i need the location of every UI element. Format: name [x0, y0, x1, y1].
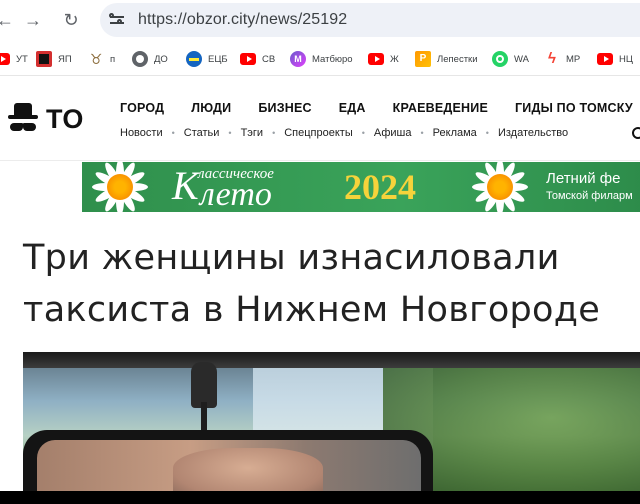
nav-item-gidy[interactable]: ГИДЫ ПО ТОМСКУ: [515, 101, 633, 115]
search-icon[interactable]: [632, 127, 640, 139]
separator-dot: •: [171, 128, 175, 138]
separator-dot: •: [420, 128, 424, 138]
reload-icon[interactable]: ↻: [60, 9, 82, 31]
bookmark-item[interactable]: СВ: [240, 50, 275, 68]
m-icon: M: [290, 51, 306, 67]
bookmark-item[interactable]: ЯП: [36, 50, 72, 68]
banner-festival-subtitle: Томской филарм: [546, 190, 633, 202]
yap-icon: [36, 51, 52, 67]
bookmark-item[interactable]: M Матбюро: [290, 50, 353, 68]
bookmark-item[interactable]: НЦ: [597, 50, 633, 68]
main-navigation: ГОРОД ЛЮДИ БИЗНЕС ЕДА КРАЕВЕДЕНИЕ ГИДЫ П…: [120, 101, 633, 115]
nav-item-lyudi[interactable]: ЛЮДИ: [191, 101, 231, 115]
separator-dot: •: [272, 128, 276, 138]
address-bar[interactable]: https://obzor.city/news/25192: [100, 3, 640, 37]
bolt-icon: ϟ: [548, 50, 556, 67]
subnav-item-tegi[interactable]: Тэги: [241, 127, 264, 139]
bookmark-label: Лепестки: [437, 53, 478, 65]
daisy-flower-image: [90, 162, 150, 212]
nav-item-eda[interactable]: ЕДА: [339, 101, 366, 115]
browser-toolbar: ← → ↻ https://obzor.city/news/25192: [0, 0, 640, 40]
subnav-item-novosti[interactable]: Новости: [120, 127, 163, 139]
globe-icon: [132, 51, 148, 67]
subnav-item-stati[interactable]: Статьи: [184, 127, 220, 139]
bookmark-item[interactable]: ϟ МР: [544, 50, 580, 68]
banner-title-initial: К: [172, 163, 199, 208]
bookmark-label: п: [110, 53, 116, 65]
secondary-navigation: Новости • Статьи • Тэги • Спецпроекты • …: [120, 127, 568, 139]
article-headline: Три женщины изнасиловали таксиста в Нижн…: [23, 238, 601, 330]
youtube-icon: [240, 53, 256, 65]
subnav-item-specproekty[interactable]: Спецпроекты: [284, 127, 353, 139]
bookmark-item[interactable]: ЕЦБ: [186, 50, 228, 68]
forward-arrow-icon[interactable]: →: [22, 9, 44, 31]
flag-icon: P: [415, 51, 431, 67]
bookmark-label: Ж: [390, 53, 399, 65]
bookmark-label: ДО: [154, 53, 168, 65]
subnav-item-afisha[interactable]: Афиша: [374, 127, 412, 139]
ad-banner[interactable]: К лассическое лето 2024 Летний фе Томско…: [82, 162, 640, 212]
bookmark-item[interactable]: ♉ п: [88, 50, 115, 68]
site-logo-text[interactable]: ТО: [46, 104, 84, 135]
bookmark-item[interactable]: Ж: [368, 50, 399, 68]
mirror-reflection-image: [173, 448, 323, 492]
bookmark-label: МР: [566, 53, 581, 65]
youtube-icon: [597, 53, 613, 65]
banner-festival-title: Летний фе: [546, 170, 621, 187]
bookmark-label: ЯП: [58, 53, 72, 65]
nav-item-gorod[interactable]: ГОРОД: [120, 101, 164, 115]
bookmark-item[interactable]: ДО: [132, 50, 168, 68]
banner-title-rest: лето: [200, 176, 272, 212]
separator-dot: •: [485, 128, 489, 138]
bookmark-label: СВ: [262, 53, 276, 65]
back-arrow-icon[interactable]: ←: [0, 9, 16, 31]
bookmark-item[interactable]: WA: [492, 50, 529, 68]
separator-dot: •: [228, 128, 232, 138]
bookmark-item[interactable]: P Лепестки: [415, 50, 478, 68]
nav-item-biznes[interactable]: БИЗНЕС: [258, 101, 311, 115]
bookmark-label: ЕЦБ: [208, 53, 228, 65]
url-text[interactable]: https://obzor.city/news/25192: [138, 11, 347, 29]
bottom-bar: [0, 491, 640, 504]
article-photo[interactable]: [23, 352, 640, 492]
bookmarks-bar: УТ ЯП ♉ п ДО ЕЦБ СВ M Матбюро Ж P Лепест…: [0, 42, 640, 76]
fox-icon: ♉: [89, 51, 103, 67]
bookmark-label: УТ: [16, 53, 28, 65]
youtube-icon: [368, 53, 384, 65]
nav-item-kraevedenie[interactable]: КРАЕВЕДЕНИЕ: [393, 101, 488, 115]
separator-dot: •: [361, 128, 365, 138]
daisy-flower-image: [470, 162, 530, 212]
subnav-item-izdatelstvo[interactable]: Издательство: [498, 127, 568, 139]
whatsapp-icon: [492, 51, 508, 67]
site-settings-icon[interactable]: [107, 10, 127, 30]
logo-hat-mustache-icon[interactable]: [6, 103, 40, 137]
bookmark-label: НЦ: [619, 53, 633, 65]
bookmark-label: Матбюро: [312, 53, 353, 65]
bookmark-item[interactable]: УТ: [0, 50, 28, 68]
subnav-item-reklama[interactable]: Реклама: [433, 127, 477, 139]
ecb-icon: [186, 51, 202, 67]
bookmark-label: WA: [514, 53, 529, 65]
banner-year: 2024: [344, 167, 416, 207]
site-header: ТО ГОРОД ЛЮДИ БИЗНЕС ЕДА КРАЕВЕДЕНИЕ ГИД…: [0, 77, 640, 161]
youtube-icon: [0, 53, 10, 65]
